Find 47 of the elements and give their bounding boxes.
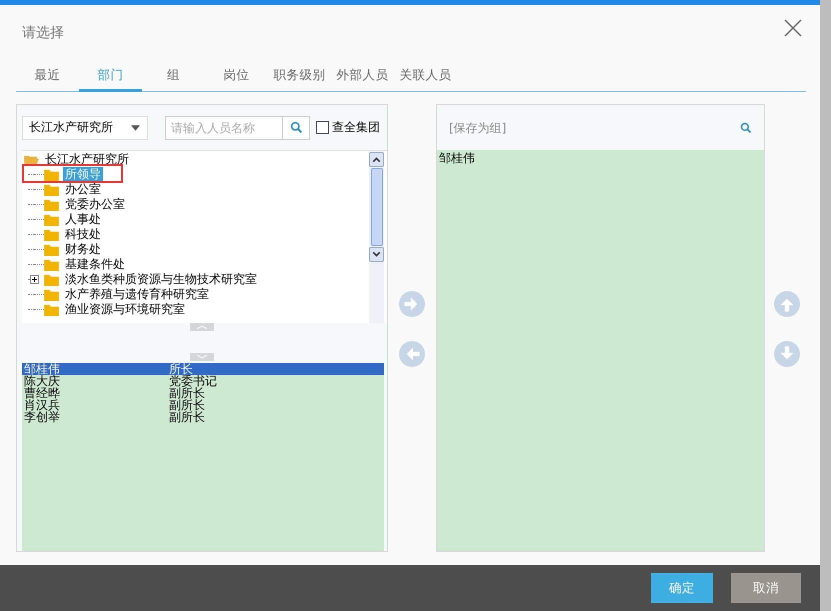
expand-icon[interactable] (30, 275, 39, 284)
tree-item[interactable]: 科技处 (63, 227, 103, 242)
tree-item[interactable]: 党委办公室 (63, 197, 127, 212)
org-dropdown[interactable]: 长江水产研究所 (22, 116, 148, 140)
tab[interactable]: 外部人员 (331, 62, 394, 92)
folder-icon (44, 304, 59, 316)
folder-icon (44, 184, 59, 196)
member-row[interactable]: 邹桂伟 所长 (22, 363, 384, 375)
folder-icon (44, 258, 59, 270)
search-field[interactable]: 请输入人员名称 (165, 116, 283, 140)
tab[interactable]: 关联人员 (394, 62, 457, 92)
tab[interactable]: 职务级别 (268, 62, 331, 92)
tree-item[interactable]: 财务处 (63, 242, 103, 257)
tree-item[interactable]: 水产养殖与遗传育种研究室 (63, 287, 211, 302)
search-icon[interactable] (740, 122, 752, 134)
checkbox[interactable] (316, 121, 329, 134)
tab[interactable]: 最近 (16, 62, 79, 92)
folder-icon (44, 274, 59, 286)
search-button[interactable] (283, 116, 310, 140)
tree-item[interactable]: 长江水产研究所 (43, 152, 131, 167)
scrollbar[interactable] (369, 151, 384, 323)
folder-icon (44, 198, 59, 210)
dialog-title: 请选择 (22, 24, 64, 42)
scroll-up-icon[interactable] (369, 152, 384, 167)
folder-icon (44, 228, 59, 240)
group-name-field[interactable]: [保存为组] (447, 120, 571, 136)
scroll-down-icon[interactable] (369, 247, 384, 262)
tree-item[interactable]: 渔业资源与环境研究室 (63, 302, 187, 317)
member-row[interactable]: 曹经晔 副所长 (22, 387, 384, 399)
member-row[interactable]: 肖汉兵 副所长 (22, 399, 384, 411)
folder-icon (44, 288, 59, 300)
caret-icon (131, 124, 140, 130)
tree-item[interactable]: 淡水鱼类种质资源与生物技术研究室 (63, 272, 259, 287)
tab[interactable]: 组 (142, 62, 205, 92)
folder-icon (44, 214, 59, 226)
member-row[interactable]: 陈大庆 党委书记 (22, 375, 384, 387)
checkbox-label: 查全集团 (332, 119, 380, 136)
tree-item[interactable]: 基建条件处 (63, 257, 127, 272)
member-row[interactable]: 李创举 副所长 (22, 411, 384, 423)
tree-item[interactable]: 人事处 (63, 212, 103, 227)
selected-person[interactable]: 邹桂伟 (437, 150, 764, 166)
tree-item[interactable]: 办公室 (63, 182, 103, 197)
tab[interactable]: 岗位 (205, 62, 268, 92)
folder-icon (44, 168, 59, 180)
close-icon[interactable] (784, 19, 802, 37)
folder-icon (44, 244, 59, 256)
search-icon (290, 121, 302, 134)
